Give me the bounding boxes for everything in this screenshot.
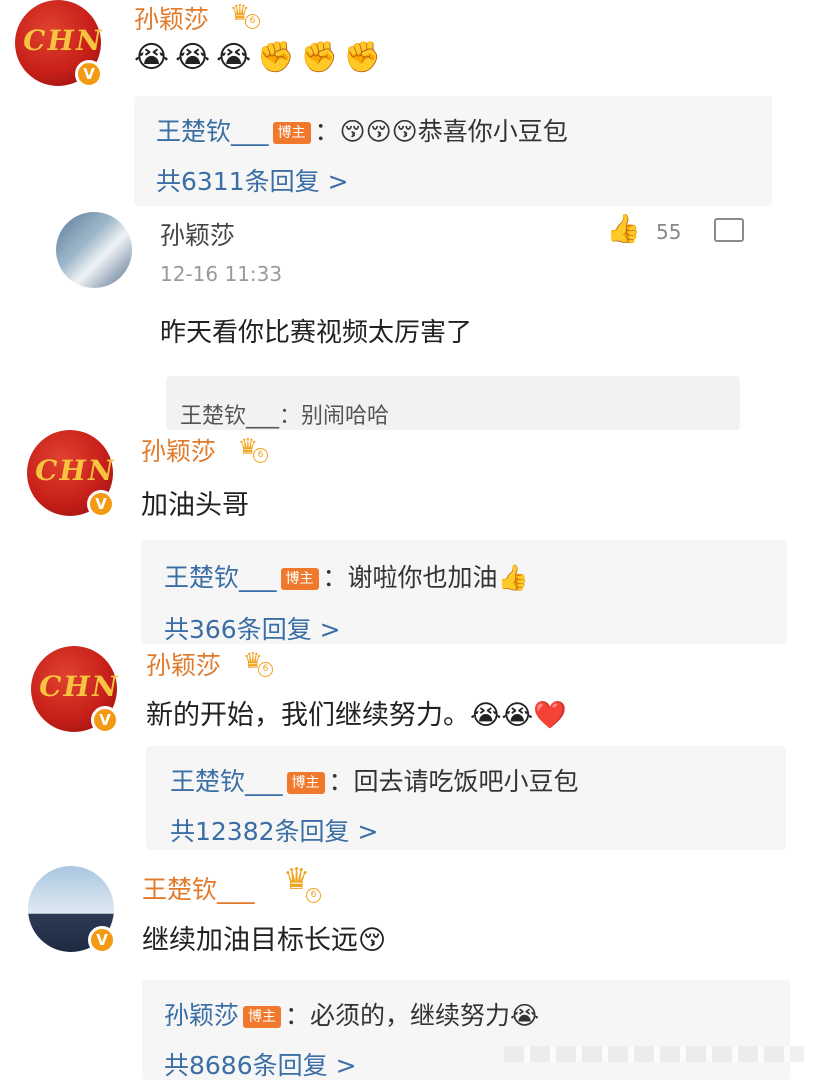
comment-text: 加油头哥 xyxy=(141,490,249,521)
reply-line[interactable]: 王楚钦___ 博主 ：回去请吃饭吧小豆包 xyxy=(170,762,579,798)
comment-text: 昨天看你比赛视频太厉害了 xyxy=(160,318,473,348)
reply-text: ：必须的，继续努力😭 xyxy=(285,1001,540,1030)
crown-icon: ♛ 6 xyxy=(230,2,260,29)
author-tag: 博主 xyxy=(280,568,319,590)
more-replies-link[interactable]: 共366条回复 > xyxy=(164,610,341,646)
username[interactable]: 孙颖莎 xyxy=(134,0,209,36)
author-tag: 博主 xyxy=(272,122,311,144)
reply-text: ：😚😚😚恭喜你小豆包 xyxy=(314,117,568,146)
fist-emoji-icon: ✊ xyxy=(257,40,295,75)
avatar[interactable] xyxy=(56,212,132,288)
like-count: 55 xyxy=(656,220,682,244)
fist-emoji-icon: ✊ xyxy=(343,40,382,75)
avatar-text: CHN xyxy=(20,24,107,57)
more-replies-link[interactable]: 共8686条回复 > xyxy=(164,1046,357,1082)
avatar[interactable]: CHN V xyxy=(27,430,118,518)
comment-icon[interactable] xyxy=(714,218,744,242)
reply-author[interactable]: 王楚钦___ xyxy=(170,767,283,796)
reply-author[interactable]: 王楚钦___ xyxy=(164,563,277,592)
reply-line[interactable]: 王楚钦___ 博主 ：😚😚😚恭喜你小豆包 xyxy=(156,112,568,148)
cry-emoji-icon: 😭 xyxy=(134,40,170,75)
avatar[interactable]: V xyxy=(28,866,116,954)
username[interactable]: 王楚钦___ xyxy=(142,870,255,906)
thumbs-up-icon[interactable]: 👍 xyxy=(606,212,641,245)
verified-icon: V xyxy=(88,926,116,954)
verified-icon: V xyxy=(91,706,119,734)
avatar-text: CHN xyxy=(36,670,123,703)
username[interactable]: 孙颖莎 xyxy=(141,432,216,468)
avatar[interactable]: CHN V xyxy=(31,646,122,734)
crown-icon: ♛ 6 xyxy=(283,865,321,903)
fist-emoji-icon: ✊ xyxy=(300,40,338,75)
cry-emoji-icon: 😭 xyxy=(216,40,252,75)
reply-line[interactable]: 王楚钦___ 博主 ：谢啦你也加油👍 xyxy=(164,558,529,594)
more-replies-link[interactable]: 共6311条回复 > xyxy=(156,162,349,198)
author-tag: 博主 xyxy=(243,1006,282,1028)
more-replies-link[interactable]: 共12382条回复 > xyxy=(170,812,378,848)
username[interactable]: 孙颖莎 xyxy=(146,646,221,682)
watermark xyxy=(504,1046,804,1062)
comment-text: 新的开始，我们继续努力。😭😭❤️ xyxy=(146,700,567,731)
reply-line[interactable]: 孙颖莎 博主 ：必须的，继续努力😭 xyxy=(164,996,539,1032)
reply-text: ：谢啦你也加油👍 xyxy=(322,563,529,592)
avatar[interactable]: CHN V xyxy=(15,0,106,88)
reply-text: ：回去请吃饭吧小豆包 xyxy=(328,767,579,796)
username[interactable]: 孙颖莎 xyxy=(160,216,235,252)
reply-line[interactable]: 王楚钦___：别闹哈哈 xyxy=(180,398,389,430)
verified-icon: V xyxy=(87,490,115,518)
comment-text: 😭 😭 😭 ✊ ✊ ✊ xyxy=(134,40,387,75)
crown-icon: ♛ 6 xyxy=(243,650,273,677)
avatar-text: CHN xyxy=(32,454,119,487)
timestamp: 12-16 11:33 xyxy=(160,262,283,286)
verified-icon: V xyxy=(75,60,103,88)
reply-author[interactable]: 孙颖莎 xyxy=(164,1001,239,1030)
cry-emoji-icon: 😭 xyxy=(175,40,211,75)
crown-icon: ♛ 6 xyxy=(238,436,268,463)
author-tag: 博主 xyxy=(286,772,325,794)
comment-text: 继续加油目标长远😚 xyxy=(142,925,387,956)
reply-author[interactable]: 王楚钦___ xyxy=(156,117,269,146)
